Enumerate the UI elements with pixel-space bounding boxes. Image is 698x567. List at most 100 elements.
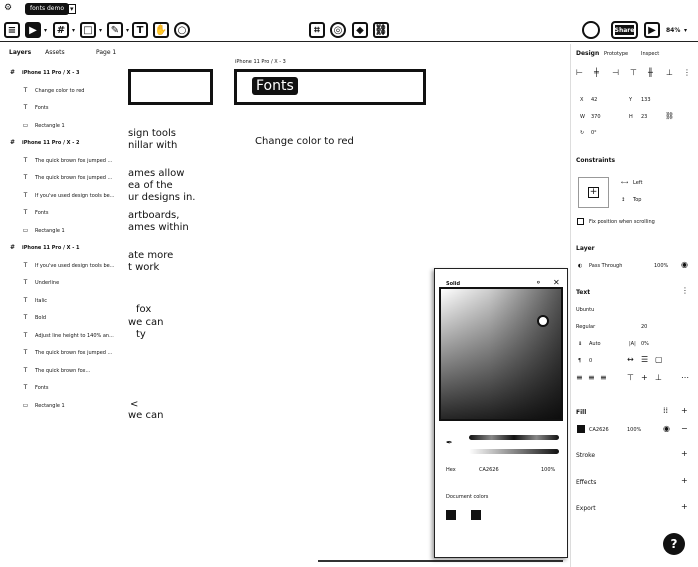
layer-row-frame[interactable]: # iPhone 11 Pro / X - 2 <box>0 135 128 151</box>
paragraph-spacing-field[interactable]: 0 <box>589 358 592 364</box>
partial-text-line[interactable]: ur designs in. <box>128 192 196 204</box>
line-height-field[interactable]: Auto <box>589 341 601 347</box>
partial-text-line[interactable]: nillar with <box>128 140 177 152</box>
layer-row[interactable]: T Italic <box>0 293 128 309</box>
constraint-horizontal[interactable]: Left <box>633 180 642 186</box>
share-button[interactable]: Share <box>611 21 638 39</box>
text-align-bottom-icon[interactable]: ⊥ <box>655 374 662 382</box>
add-effect-icon[interactable]: + <box>681 477 688 485</box>
layer-row[interactable]: ▭ Rectangle 1 <box>0 398 128 414</box>
text-options-icon[interactable]: ⋯ <box>681 374 689 382</box>
align-top-icon[interactable]: ⊤ <box>630 69 637 77</box>
horizontal-scrollbar[interactable] <box>318 560 563 562</box>
boolean-icon[interactable]: ◆ <box>352 22 368 38</box>
add-stroke-icon[interactable]: + <box>681 450 688 458</box>
move-tool-icon[interactable]: ▶ <box>25 22 41 38</box>
help-button[interactable]: ? <box>663 533 685 555</box>
shape-tool-chevron-icon[interactable]: ▾ <box>99 27 102 34</box>
fonts-title[interactable]: Fonts <box>252 77 298 95</box>
partial-text-line[interactable]: artboards, <box>128 210 179 222</box>
zoom-chevron-icon[interactable]: ▾ <box>684 27 687 34</box>
text-align-top-icon[interactable]: ⊤ <box>627 374 634 382</box>
font-family-select[interactable]: Ubuntu <box>576 307 594 313</box>
tab-design[interactable]: Design <box>576 50 599 57</box>
move-tool-chevron-icon[interactable]: ▾ <box>44 27 47 34</box>
text-tool-icon[interactable]: T <box>132 22 148 38</box>
present-icon[interactable]: ▶ <box>644 22 660 38</box>
frame-tool-chevron-icon[interactable]: ▾ <box>72 27 75 34</box>
partial-text-line[interactable]: ty <box>136 329 146 341</box>
constraints-widget[interactable]: + <box>578 177 609 208</box>
saturation-brightness-area[interactable] <box>439 287 563 421</box>
align-left-icon[interactable]: ⊢ <box>576 69 583 77</box>
document-color-swatch[interactable] <box>446 510 456 520</box>
distribute-icon[interactable]: ⋮ <box>683 69 691 77</box>
layer-row[interactable]: T Adjust line height to 140% an... <box>0 328 128 344</box>
opacity-slider[interactable] <box>469 449 559 454</box>
align-middle-v-icon[interactable]: ╫ <box>648 69 653 77</box>
fonts-frame[interactable]: Fonts <box>234 69 426 105</box>
text-styles-icon[interactable]: ⋮ <box>681 287 689 295</box>
layer-row-frame[interactable]: # iPhone 11 Pro / X - 1 <box>0 240 128 256</box>
layer-opacity[interactable]: 100% <box>654 263 668 269</box>
fill-visibility-eye-icon[interactable]: ◉ <box>663 425 670 433</box>
page-selector[interactable]: Page 1 <box>96 49 116 56</box>
frame-label[interactable]: iPhone 11 Pro / X - 3 <box>235 59 286 65</box>
picker-styles-icon[interactable]: ⚬ <box>535 279 542 287</box>
tab-layers[interactable]: Layers <box>9 49 31 56</box>
layer-row[interactable]: T If you've used design tools be... <box>0 188 128 204</box>
align-bottom-icon[interactable]: ⊥ <box>666 69 673 77</box>
color-picker-handle[interactable] <box>537 315 549 327</box>
document-colors-select[interactable]: Document colors <box>446 494 488 500</box>
color-format-select[interactable]: Hex <box>446 467 456 473</box>
font-size-field[interactable]: 20 <box>641 324 647 330</box>
h-field[interactable]: 23 <box>641 114 647 120</box>
frame-tool-icon[interactable]: # <box>53 22 69 38</box>
partial-text-line[interactable]: t work <box>128 262 159 274</box>
layer-row[interactable]: T The quick brown fox jumped ... <box>0 345 128 361</box>
app-logo-icon[interactable]: ⚙ <box>4 3 12 13</box>
fill-swatch[interactable] <box>577 425 585 433</box>
layer-row[interactable]: T The quick brown fox... <box>0 363 128 379</box>
document-color-swatch[interactable] <box>471 510 481 520</box>
auto-height-icon[interactable]: ☰ <box>641 356 648 364</box>
tab-assets[interactable]: Assets <box>45 49 65 56</box>
mask-icon[interactable]: ◎ <box>330 22 346 38</box>
file-menu-chevron-icon[interactable]: ▾ <box>68 4 76 14</box>
eyedropper-icon[interactable]: ✒ <box>446 439 453 447</box>
fill-hex[interactable]: CA2626 <box>589 427 609 433</box>
partial-text-line[interactable]: ea of the <box>128 180 173 192</box>
hex-input[interactable]: CA2626 <box>479 467 499 473</box>
change-color-text[interactable]: Change color to red <box>255 136 354 148</box>
close-icon[interactable]: ✕ <box>553 279 560 287</box>
component-icon[interactable]: ⌗ <box>309 22 325 38</box>
fix-position-checkbox[interactable] <box>577 218 584 225</box>
avatar[interactable] <box>582 21 600 39</box>
partial-text-line[interactable]: sign tools <box>128 128 176 140</box>
align-right-icon[interactable]: ⊣ <box>612 69 619 77</box>
letter-spacing-field[interactable]: 0% <box>641 341 649 347</box>
blend-mode-select[interactable]: Pass Through <box>589 263 622 269</box>
tab-inspect[interactable]: Inspect <box>641 51 659 57</box>
add-fill-icon[interactable]: + <box>681 407 688 415</box>
pen-tool-icon[interactable]: ✎ <box>107 22 123 38</box>
y-field[interactable]: 133 <box>641 97 651 103</box>
partial-text-line[interactable]: we can <box>128 410 163 422</box>
partial-text-line[interactable]: we can <box>128 317 163 329</box>
layer-row[interactable]: T The quick brown fox jumped ... <box>0 170 128 186</box>
layer-row[interactable]: T Fonts <box>0 380 128 396</box>
partial-text-line[interactable]: ate more <box>128 250 173 262</box>
shape-tool-icon[interactable]: □ <box>80 22 96 38</box>
text-align-right-icon[interactable]: ≡ <box>600 374 607 382</box>
fixed-size-icon[interactable]: ▢ <box>655 356 663 364</box>
tab-prototype[interactable]: Prototype <box>604 51 628 57</box>
remove-fill-icon[interactable]: − <box>681 425 688 433</box>
main-menu-icon[interactable]: ≡ <box>4 22 20 38</box>
zoom-level[interactable]: 84% <box>666 27 680 34</box>
w-field[interactable]: 370 <box>591 114 601 120</box>
layer-row[interactable]: T Bold <box>0 310 128 326</box>
text-align-middle-icon[interactable]: + <box>641 374 648 382</box>
auto-width-icon[interactable]: ↔ <box>627 356 634 364</box>
layer-row[interactable]: T Fonts <box>0 205 128 221</box>
partial-text-line[interactable]: ames allow <box>128 168 184 180</box>
